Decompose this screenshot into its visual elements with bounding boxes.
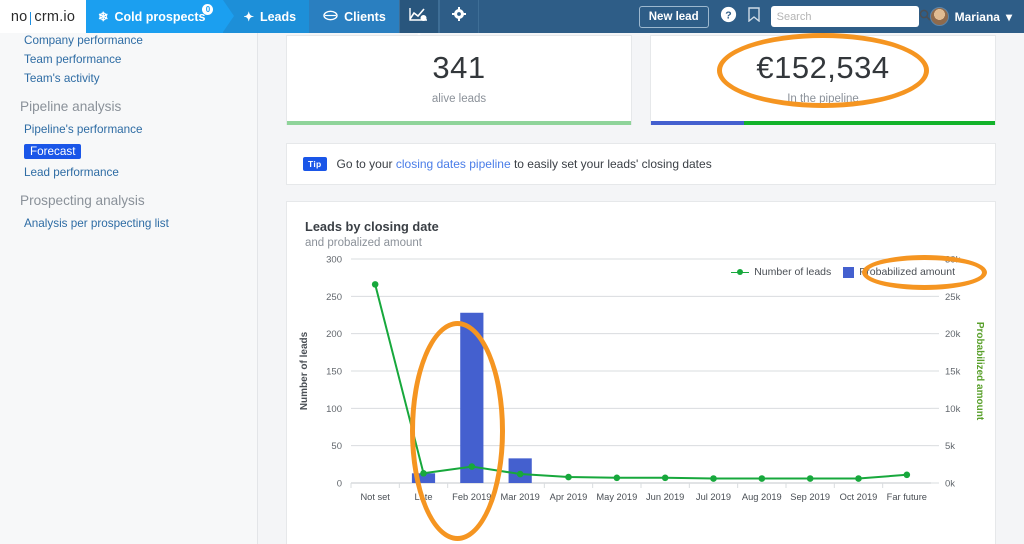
svg-text:Probabilized amount: Probabilized amount — [974, 322, 985, 421]
nav-tab-clients[interactable]: Clients — [309, 0, 399, 33]
svg-text:May 2019: May 2019 — [596, 492, 637, 502]
snowflake-icon: ❄ — [98, 10, 109, 24]
avatar — [929, 7, 949, 26]
progress-segment-green — [287, 121, 631, 125]
kpi-card-in-the-pipeline: €152,534 In the pipeline — [650, 35, 996, 125]
top-nav-right-group: New lead ? Mariana ▾ — [638, 0, 1024, 33]
svg-text:0k: 0k — [945, 479, 955, 490]
svg-text:Feb 2019: Feb 2019 — [452, 492, 491, 502]
svg-text:Aug 2019: Aug 2019 — [742, 492, 782, 502]
svg-text:Number of leads: Number of leads — [299, 331, 310, 410]
closing-dates-pipeline-link[interactable]: closing dates pipeline — [396, 157, 511, 171]
kpi-card-alive-leads: 341 alive leads — [286, 35, 632, 125]
svg-text:0: 0 — [337, 479, 342, 490]
sidebar-item-lead-performance[interactable]: Lead performance — [0, 163, 257, 182]
nav-tab-statistics[interactable] — [398, 0, 439, 41]
kpi-card-row: 341 alive leads €152,534 In the pipeline — [286, 33, 996, 125]
chevron-down-icon: ▾ — [1005, 9, 1012, 24]
search-icon[interactable] — [919, 8, 931, 26]
nav-tab-cold-prospects[interactable]: ❄ Cold prospects 0 — [86, 0, 236, 33]
forecast-chart-svg: 0 0k 50 5k 100 10k 150 15k 200 20k 250 25k 300 30k Not… — [299, 255, 985, 503]
search-input[interactable] — [776, 10, 919, 23]
alive-leads-value: 341 — [432, 50, 486, 85]
svg-text:Not set: Not set — [360, 492, 390, 502]
svg-text:50: 50 — [331, 441, 342, 452]
tip-text: Go to your closing dates pipeline to eas… — [337, 157, 712, 171]
svg-text:Far future: Far future — [887, 492, 927, 502]
bookmark-icon[interactable] — [747, 6, 760, 27]
sidebar-item-company-performance[interactable]: Company performance — [0, 33, 257, 50]
sidebar-item-teams-activity[interactable]: Team's activity — [0, 69, 257, 88]
tip-suffix: to easily set your leads' closing dates — [510, 157, 712, 171]
cold-prospects-badge: 0 — [202, 4, 214, 15]
sidebar-item-team-performance[interactable]: Team performance — [0, 50, 257, 69]
tip-prefix: Go to your — [336, 157, 396, 171]
alive-leads-progress-bar — [287, 121, 631, 125]
pipeline-progress-bar — [651, 121, 995, 125]
search-box[interactable] — [770, 6, 931, 27]
user-name: Mariana — [954, 9, 1000, 24]
svg-text:150: 150 — [326, 367, 342, 378]
statistics-icon — [409, 7, 428, 27]
nav-tab-settings[interactable] — [438, 0, 479, 33]
svg-text:25k: 25k — [945, 292, 961, 303]
svg-text:30k: 30k — [945, 255, 961, 266]
nav-tab-leads[interactable]: ✦ Leads — [223, 0, 310, 33]
brand-logo[interactable]: no crm .io — [0, 0, 86, 33]
sidebar-item-pipelines-performance[interactable]: Pipeline's performance — [0, 120, 257, 139]
svg-text:200: 200 — [326, 329, 342, 340]
svg-text:Oct 2019: Oct 2019 — [840, 492, 878, 502]
svg-text:Late: Late — [414, 492, 432, 502]
svg-text:5k: 5k — [945, 441, 955, 452]
sidebar-item-analysis-per-prospecting-list[interactable]: Analysis per prospecting list — [0, 214, 257, 233]
main-content: 341 alive leads €152,534 In the pipeline… — [258, 33, 1024, 544]
question-circle-icon[interactable]: ? — [720, 6, 737, 28]
svg-text:10k: 10k — [945, 404, 961, 415]
sidebar-item-forecast-wrapper: Forecast — [0, 139, 257, 163]
svg-text:Jul 2019: Jul 2019 — [696, 492, 731, 502]
svg-text:Mar 2019: Mar 2019 — [501, 492, 540, 502]
svg-text:300: 300 — [326, 255, 342, 266]
pipeline-amount-caption: In the pipeline — [787, 93, 859, 105]
progress-segment-blue — [651, 121, 744, 125]
diamond-icon: ✦ — [243, 10, 254, 24]
pipeline-amount-value: €152,534 — [756, 50, 890, 85]
user-menu[interactable]: Mariana ▾ — [929, 7, 1012, 26]
svg-text:Jun 2019: Jun 2019 — [646, 492, 684, 502]
sidebar-item-forecast[interactable]: Forecast — [24, 144, 82, 159]
nav-tab-leads-label: Leads — [259, 9, 297, 24]
brand-divider — [30, 12, 32, 25]
svg-text:100: 100 — [326, 404, 342, 415]
svg-text:?: ? — [725, 9, 731, 21]
sidebar-heading-prospecting-analysis: Prospecting analysis — [20, 193, 145, 208]
progress-segment-green — [743, 121, 995, 125]
brand-part-2: crm — [34, 8, 60, 25]
handshake-icon — [323, 10, 338, 24]
top-navigation-bar: no crm .io ❄ Cold prospects 0 ✦ Leads Cl… — [0, 0, 1024, 41]
brand-part-3: .io — [59, 8, 76, 25]
alive-leads-caption: alive leads — [431, 93, 487, 105]
gear-icon — [451, 7, 466, 26]
chart-plot-area: 0 0k 50 5k 100 10k 150 15k 200 20k 250 25k 300 30k Not… — [287, 202, 995, 544]
svg-text:20k: 20k — [945, 329, 961, 340]
nav-tab-clients-label: Clients — [344, 9, 386, 24]
nav-tab-cold-prospects-label: Cold prospects — [114, 9, 206, 24]
brand-part-1: no — [10, 8, 28, 25]
tip-badge: Tip — [303, 157, 327, 171]
sidebar: Company performance Team performance Tea… — [0, 33, 258, 544]
tip-banner: Tip Go to your closing dates pipeline to… — [286, 143, 996, 185]
sidebar-heading-pipeline-analysis: Pipeline analysis — [20, 99, 122, 114]
new-lead-button[interactable]: New lead — [638, 5, 709, 28]
svg-text:15k: 15k — [945, 367, 961, 378]
svg-text:250: 250 — [326, 292, 342, 303]
svg-text:Sep 2019: Sep 2019 — [790, 492, 830, 502]
svg-text:Apr 2019: Apr 2019 — [550, 492, 588, 502]
chart-panel: Leads by closing date and probalized amo… — [286, 201, 996, 544]
